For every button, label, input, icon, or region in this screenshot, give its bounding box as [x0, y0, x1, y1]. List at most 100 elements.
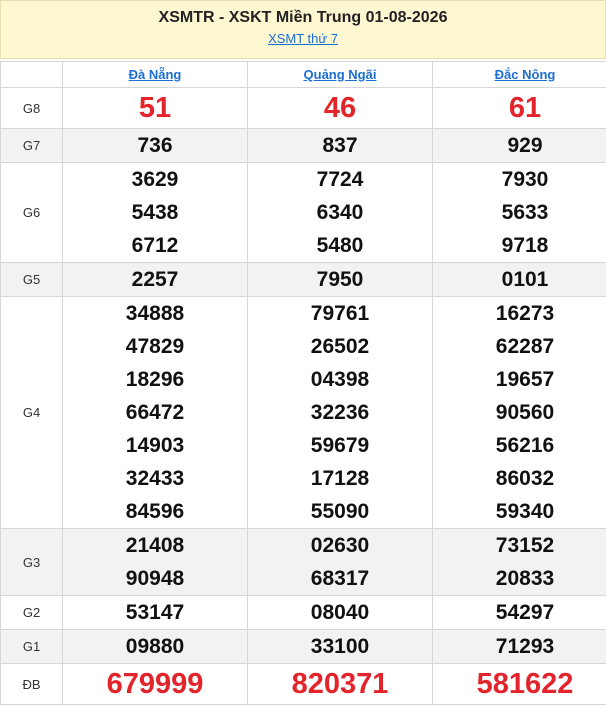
prize-cell: 679999: [62, 663, 248, 705]
prize-number: 5480: [316, 234, 364, 257]
prize-cell: 820371: [247, 663, 433, 705]
prize-number: 79761: [310, 302, 370, 325]
prize-number: 47829: [125, 335, 185, 358]
prize-number: 16273: [495, 302, 555, 325]
prize-cell: 0101: [432, 262, 606, 297]
prize-number: 66472: [125, 401, 185, 424]
prize-cell: 929: [432, 128, 606, 163]
prize-row: G3 21408 90948 02630 68317 73152 20833: [0, 528, 606, 596]
prize-row: G6 3629 5438 6712 7724 6340 5480 7930 5633 9718: [0, 162, 606, 263]
prize-label: G4: [0, 296, 63, 529]
prize-number: 86032: [495, 467, 555, 490]
prize-cell: 02630 68317: [247, 528, 433, 596]
prize-cell: 51: [62, 87, 248, 129]
prize-cell: 7950: [247, 262, 433, 297]
prize-number: 53147: [125, 601, 185, 624]
province-link-dac-nong[interactable]: Đắc Nông: [495, 67, 556, 82]
prize-cell: 08040: [247, 595, 433, 630]
prize-number: 2257: [131, 268, 179, 291]
prize-label: G6: [0, 162, 63, 263]
prize-label: G5: [0, 262, 63, 297]
prize-cell: 7930 5633 9718: [432, 162, 606, 263]
province-header: Đà Nẵng: [62, 61, 248, 88]
prize-number: 820371: [291, 668, 389, 700]
results-header: XSMTR - XSKT Miền Trung 01-08-2026 XSMT …: [0, 0, 606, 59]
prize-number: 62287: [495, 335, 555, 358]
prize-number: 32236: [310, 401, 370, 424]
prize-cell: 33100: [247, 629, 433, 664]
prize-number: 14903: [125, 434, 185, 457]
prize-number: 32433: [125, 467, 185, 490]
prize-number: 54297: [495, 601, 555, 624]
prize-cell: 61: [432, 87, 606, 129]
prize-row: G7 736 837 929: [0, 128, 606, 163]
prize-cell: 16273 62287 19657 90560 56216 86032 59340: [432, 296, 606, 529]
prize-number: 59340: [495, 500, 555, 523]
prize-cell: 7724 6340 5480: [247, 162, 433, 263]
prize-cell: 09880: [62, 629, 248, 664]
prize-row: G5 2257 7950 0101: [0, 262, 606, 297]
prize-number: 26502: [310, 335, 370, 358]
prize-number: 33100: [310, 635, 370, 658]
prize-number: 08040: [310, 601, 370, 624]
prize-number: 02630: [310, 534, 370, 557]
prize-cell: 73152 20833: [432, 528, 606, 596]
prize-number: 7950: [316, 268, 364, 291]
prize-number: 837: [322, 134, 358, 157]
prize-cell: 837: [247, 128, 433, 163]
prize-label: G2: [0, 595, 63, 630]
prize-number: 581622: [476, 668, 574, 700]
prize-number: 73152: [495, 534, 555, 557]
prize-number: 04398: [310, 368, 370, 391]
province-header: Đắc Nông: [432, 61, 606, 88]
prize-number: 20833: [495, 567, 555, 590]
prize-cell: 71293: [432, 629, 606, 664]
prize-number: 46: [323, 92, 357, 124]
prize-number: 59679: [310, 434, 370, 457]
results-table: Đà Nẵng Quảng Ngãi Đắc Nông G8 51 46 61 G7 73…: [0, 61, 606, 705]
prize-number: 34888: [125, 302, 185, 325]
prize-label: G1: [0, 629, 63, 664]
prize-number: 7724: [316, 168, 364, 191]
prize-number: 929: [507, 134, 543, 157]
prize-number: 68317: [310, 567, 370, 590]
prize-number: 9718: [501, 234, 549, 257]
prize-number: 17128: [310, 467, 370, 490]
prize-number: 5633: [501, 201, 549, 224]
prize-cell: 46: [247, 87, 433, 129]
prize-number: 0101: [501, 268, 549, 291]
province-header-row: Đà Nẵng Quảng Ngãi Đắc Nông: [0, 61, 606, 88]
prize-number: 6712: [131, 234, 179, 257]
prize-number: 679999: [106, 668, 204, 700]
prize-number: 21408: [125, 534, 185, 557]
prize-row: ĐB 679999 820371 581622: [0, 663, 606, 705]
prize-cell: 2257: [62, 262, 248, 297]
page-title: XSMTR - XSKT Miền Trung 01-08-2026: [158, 9, 448, 26]
prize-label: ĐB: [0, 663, 63, 705]
prize-label: G8: [0, 87, 63, 129]
corner-cell: [0, 61, 63, 88]
prize-cell: 53147: [62, 595, 248, 630]
prize-number: 90560: [495, 401, 555, 424]
prize-number: 7930: [501, 168, 549, 191]
province-link-quang-ngai[interactable]: Quảng Ngãi: [304, 67, 377, 82]
prize-number: 61: [508, 92, 542, 124]
prize-number: 84596: [125, 500, 185, 523]
prize-cell: 21408 90948: [62, 528, 248, 596]
prize-cell: 34888 47829 18296 66472 14903 32433 84596: [62, 296, 248, 529]
prize-cell: 54297: [432, 595, 606, 630]
prize-cell: 581622: [432, 663, 606, 705]
prize-number: 5438: [131, 201, 179, 224]
province-link-da-nang[interactable]: Đà Nẵng: [129, 67, 182, 82]
prize-row: G2 53147 08040 54297: [0, 595, 606, 630]
prize-label: G7: [0, 128, 63, 163]
prize-number: 90948: [125, 567, 185, 590]
prize-cell: 736: [62, 128, 248, 163]
prize-number: 55090: [310, 500, 370, 523]
prize-number: 51: [138, 92, 172, 124]
prize-number: 6340: [316, 201, 364, 224]
weekday-link[interactable]: XSMT thứ 7: [268, 31, 338, 46]
prize-number: 19657: [495, 368, 555, 391]
prize-number: 71293: [495, 635, 555, 658]
prize-row: G1 09880 33100 71293: [0, 629, 606, 664]
